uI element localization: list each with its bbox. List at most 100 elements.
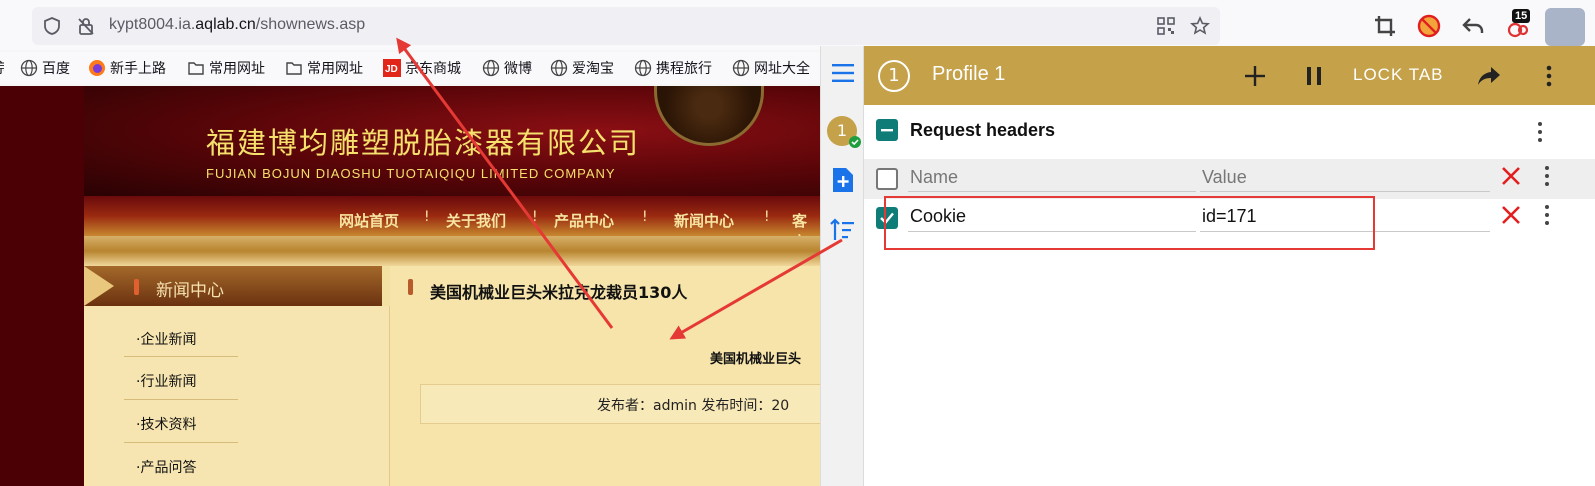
insecure-lock-icon[interactable]	[76, 16, 96, 36]
pause-icon[interactable]	[1301, 63, 1327, 89]
bookmark-folder-2[interactable]: 常用网址	[285, 58, 363, 80]
nav-news[interactable]: 新闻中心	[674, 210, 734, 231]
row-more-icon[interactable]	[1544, 204, 1550, 226]
menu-icon[interactable]	[831, 62, 855, 84]
blocker-extension-icon[interactable]	[1416, 13, 1442, 39]
page-content: 福建博均雕塑脱胎漆器有限公司 FUJIAN BOJUN DIAOSHU TUOT…	[84, 86, 820, 486]
news-heading: 美国机械业巨头	[710, 352, 802, 367]
bookmark-label: 携程旅行	[656, 60, 712, 76]
bookmark-aitaobao[interactable]: 爱淘宝	[550, 58, 614, 80]
divider	[124, 356, 238, 357]
header-enabled-checkbox[interactable]	[876, 207, 898, 229]
news-article: 美国机械业巨头米拉克龙裁员130人 美国机械业巨头 发布者：admin 发布时间…	[390, 266, 820, 486]
bookmark-ctrip[interactable]: 携程旅行	[634, 58, 712, 80]
header-table-head: Name Value	[864, 159, 1595, 199]
globe-icon	[550, 59, 568, 77]
bookmark-cut-off[interactable]: 京	[0, 58, 4, 80]
modheader-panel: 1 Profile 1 LOCK TAB Request headers Nam…	[864, 46, 1595, 486]
news-sidebar: ·企业新闻 ·行业新闻 ·技术资料 ·产品问答	[84, 306, 390, 486]
underline	[1200, 191, 1490, 192]
nav-home[interactable]: 网站首页	[339, 210, 399, 231]
qr-code-icon[interactable]	[1156, 16, 1176, 36]
bookmark-folder-1[interactable]: 常用网址	[187, 58, 265, 80]
url-prefix: kypt8004.ia.	[109, 16, 196, 33]
bookmark-label: 网址大全	[754, 60, 810, 76]
sidebar-item-industry-news[interactable]: ·行业新闻	[136, 371, 196, 391]
heading-marker	[134, 279, 139, 295]
globe-icon	[482, 59, 500, 77]
svg-text:JD: JD	[385, 64, 398, 75]
bookmark-label: 常用网址	[307, 60, 363, 76]
sidebar-heading: 新闻中心	[84, 266, 382, 306]
bookmark-jd[interactable]: JD 京东商城	[383, 58, 461, 80]
globe-icon	[634, 59, 652, 77]
sidebar-item-technical[interactable]: ·技术资料	[136, 414, 196, 434]
bookmark-label: 新手上路	[110, 60, 166, 76]
section-title: Request headers	[910, 120, 1056, 140]
extension-side-rail: 1	[820, 46, 864, 486]
underline	[908, 231, 1196, 232]
screenshot-root: { "browser": { "url_prefix": "kypt8004.i…	[0, 0, 1595, 486]
bookmark-newbie[interactable]: 新手上路	[88, 58, 166, 80]
lock-tab-button[interactable]: LOCK TAB	[1353, 65, 1444, 85]
profile-header: 1 Profile 1 LOCK TAB	[864, 46, 1595, 105]
shield-icon[interactable]	[42, 16, 62, 36]
sort-icon[interactable]	[829, 218, 855, 242]
profile-number-badge: 1	[878, 60, 910, 92]
collapse-section-icon[interactable]	[876, 119, 898, 141]
nav-separator: !	[764, 209, 770, 225]
sidebar-heading-label: 新闻中心	[156, 281, 224, 301]
nav-separator: !	[532, 209, 538, 225]
column-value: Value	[1202, 167, 1247, 187]
sidebar-item-company-news[interactable]: ·企业新闻	[136, 329, 196, 349]
select-all-checkbox[interactable]	[876, 168, 898, 190]
bookmark-label: 京东商城	[405, 60, 461, 76]
header-value-input[interactable]: id=171	[1202, 206, 1257, 227]
url-domain: aqlab.cn	[195, 16, 256, 33]
url-path: /shownews.asp	[255, 16, 366, 33]
nav-about[interactable]: 关于我们	[446, 210, 506, 231]
folder-icon	[286, 62, 302, 75]
url-text[interactable]: kypt8004.ia.aqlab.cn/shownews.asp	[109, 16, 365, 34]
delete-icon[interactable]	[1500, 204, 1522, 226]
nav-products[interactable]: 产品中心	[554, 210, 614, 231]
bookmark-label: 微博	[504, 60, 532, 76]
bookmark-label: 百度	[42, 60, 70, 76]
globe-icon	[20, 59, 38, 77]
section-more-icon[interactable]	[1537, 121, 1543, 143]
heading-arrow	[84, 266, 114, 306]
row-more-icon[interactable]	[1544, 165, 1550, 187]
company-name-en: FUJIAN BOJUN DIAOSHU TUOTAIQIQU LIMITED …	[206, 166, 616, 181]
news-meta: 发布者：admin 发布时间：20	[420, 384, 820, 424]
profile-name[interactable]: Profile 1	[932, 63, 1005, 86]
banner-ornament	[654, 86, 764, 146]
bookmark-star-icon[interactable]	[1190, 16, 1210, 36]
globe-icon	[732, 59, 750, 77]
active-check-icon	[849, 136, 861, 148]
undo-arrow-icon[interactable]	[1460, 13, 1486, 39]
crop-icon[interactable]	[1372, 13, 1398, 39]
underline	[908, 191, 1196, 192]
nav-separator: !	[424, 209, 430, 225]
delete-icon[interactable]	[1500, 165, 1522, 187]
badge-count: 15	[1512, 9, 1531, 23]
folder-icon	[188, 62, 204, 75]
header-name-input[interactable]: Cookie	[910, 206, 966, 227]
more-vert-icon[interactable]	[1536, 63, 1562, 89]
site-nav: 网站首页 ! 关于我们 ! 产品中心 ! 新闻中心 ! 客户	[84, 196, 820, 251]
share-arrow-icon[interactable]	[1476, 63, 1502, 89]
add-profile-icon[interactable]	[831, 166, 855, 194]
company-banner: 福建博均雕塑脱胎漆器有限公司 FUJIAN BOJUN DIAOSHU TUOT…	[84, 86, 820, 196]
underline	[1200, 231, 1490, 232]
bookmark-hao123[interactable]: 网址大全	[732, 58, 810, 80]
address-bar[interactable]: kypt8004.ia.aqlab.cn/shownews.asp	[32, 7, 1220, 45]
profile-avatar[interactable]	[1545, 8, 1585, 46]
add-icon[interactable]	[1242, 63, 1268, 89]
bookmark-baidu[interactable]: 百度	[20, 58, 70, 80]
bookmark-label: 爱淘宝	[572, 60, 614, 76]
jd-logo-icon: JD	[383, 59, 401, 77]
bookmark-weibo[interactable]: 微博	[482, 58, 532, 80]
header-row: Cookie id=171	[864, 199, 1595, 239]
nav-separator: !	[642, 209, 648, 225]
sidebar-item-faq[interactable]: ·产品问答	[136, 457, 196, 477]
